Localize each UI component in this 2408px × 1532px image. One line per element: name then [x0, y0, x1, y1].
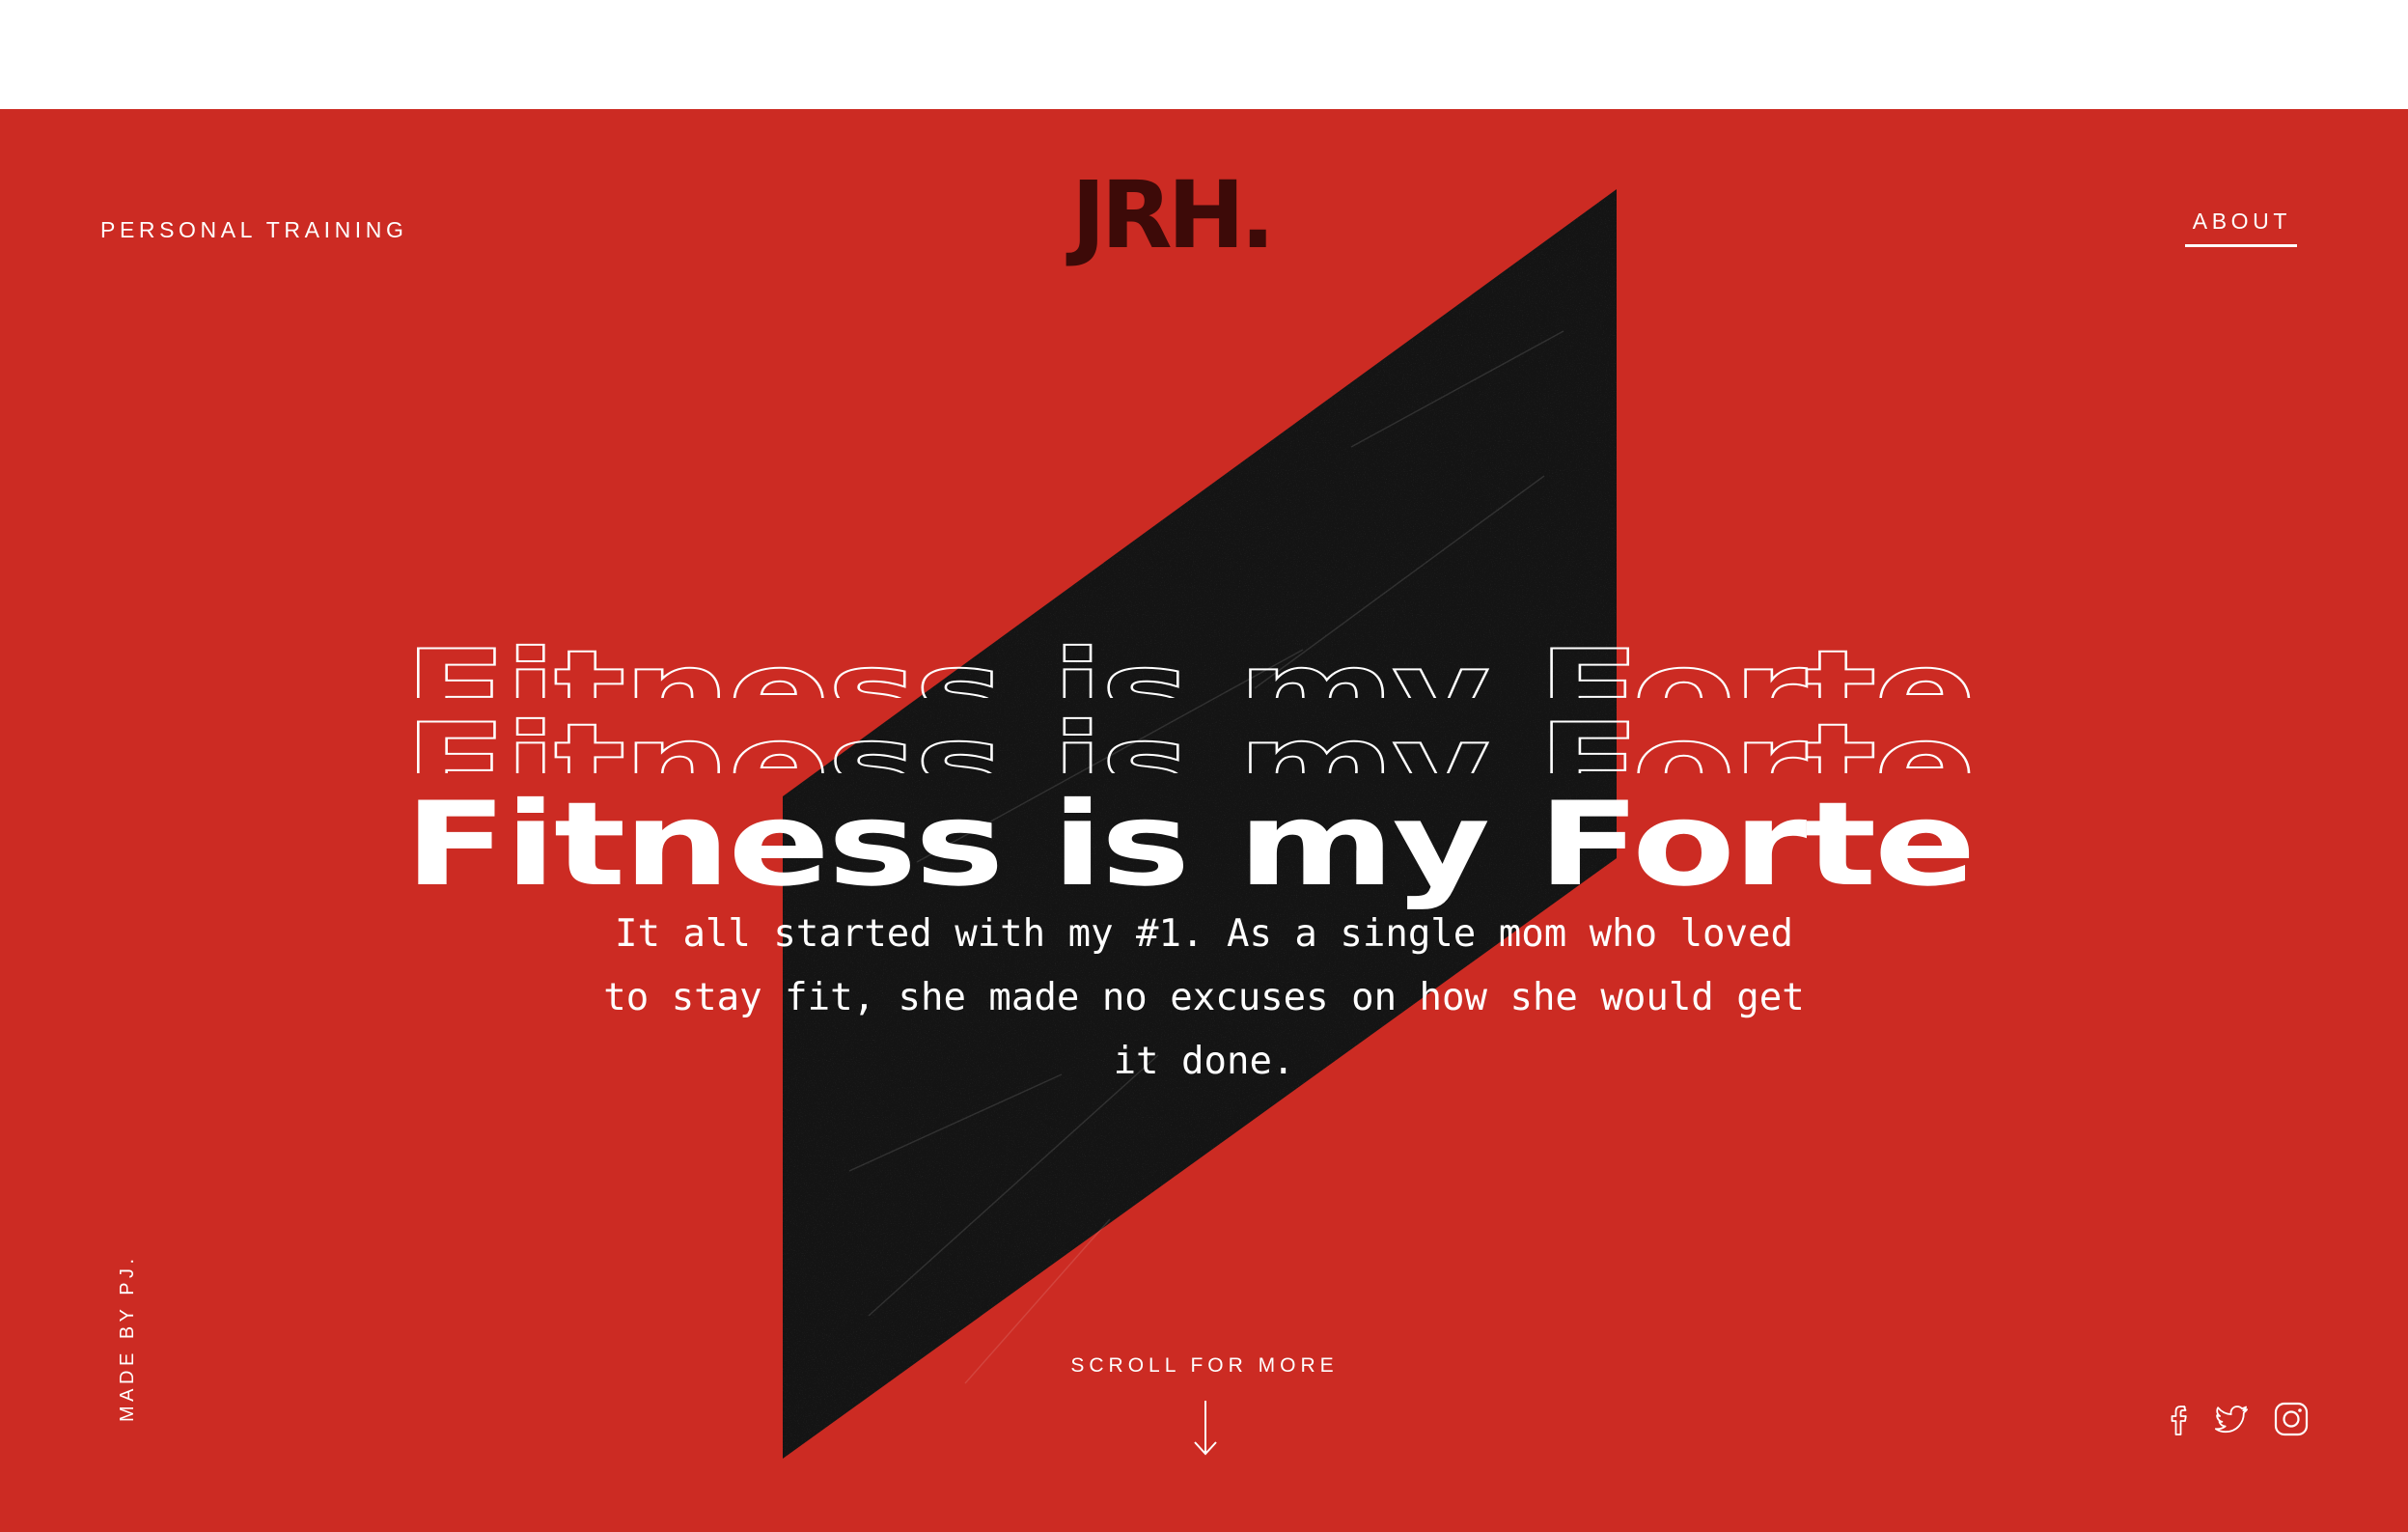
page: PERSONAL TRAINING JRH. ABOUT Fitness is …	[0, 0, 2408, 1532]
headline-echo-middle-clip: Fitness is my Forte	[404, 710, 2045, 773]
intro-paragraph: It all started with my #1. As a single m…	[603, 912, 1805, 1083]
hero-section: PERSONAL TRAINING JRH. ABOUT Fitness is …	[0, 109, 2408, 1532]
twitter-icon[interactable]	[2212, 1400, 2251, 1438]
about-link[interactable]: ABOUT	[2184, 209, 2297, 247]
arrow-down-icon[interactable]	[1191, 1399, 1220, 1457]
personal-training-link[interactable]: PERSONAL TRAINING	[100, 217, 407, 243]
headline-echo-top-clip: Fitness is my Forte	[404, 636, 2045, 698]
headline-echo-middle: Fitness is my Forte	[404, 710, 2045, 773]
scroll-for-more-label[interactable]: SCROLL FOR MORE	[1011, 1354, 1398, 1378]
page-headline: Fitness is my Forte	[404, 778, 1977, 912]
about-nav: ABOUT	[1228, 209, 2297, 247]
facebook-icon[interactable]	[2158, 1400, 2197, 1438]
instagram-icon[interactable]	[2272, 1400, 2311, 1438]
made-by-credit: MADE BY PJ.	[117, 1254, 138, 1422]
headline-echo-top: Fitness is my Forte	[404, 636, 2045, 698]
